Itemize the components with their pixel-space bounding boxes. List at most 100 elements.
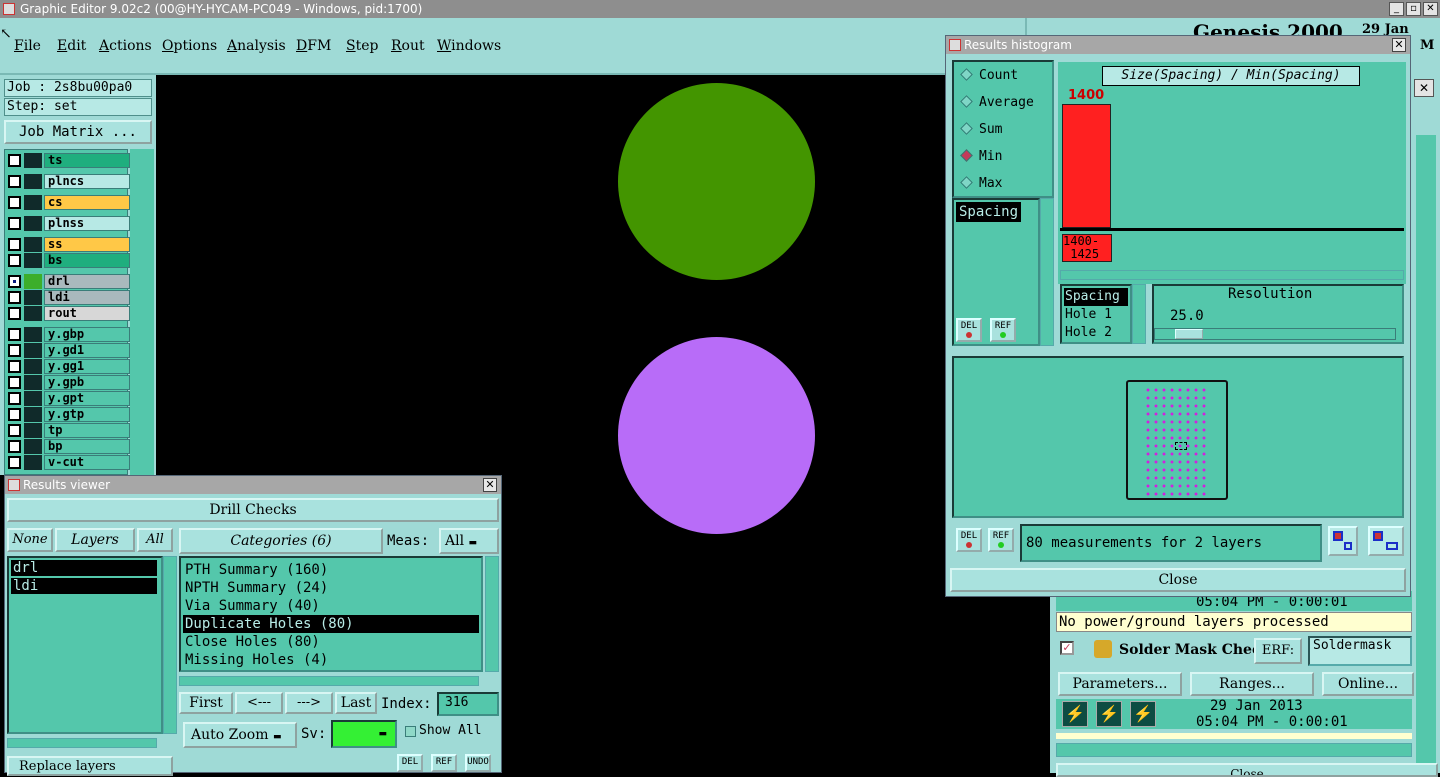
drill-checks-header[interactable]: Drill Checks — [7, 498, 499, 522]
run-report-icon[interactable]: ⚡ — [1130, 701, 1156, 727]
layer-color-swatch[interactable] — [24, 174, 42, 189]
layer-checkbox[interactable] — [8, 154, 21, 167]
layer-color-swatch[interactable] — [24, 375, 42, 390]
layer-name[interactable]: cs — [44, 195, 130, 210]
histogram-close-button[interactable]: Close — [950, 568, 1406, 592]
all-button[interactable]: All — [137, 528, 173, 552]
none-button[interactable]: None — [7, 528, 53, 552]
chart-hscroll[interactable] — [1060, 270, 1404, 280]
layer-color-swatch[interactable] — [24, 455, 42, 470]
layer-name[interactable]: ss — [44, 237, 130, 252]
category-item[interactable]: Via Summary (40) — [183, 597, 479, 615]
first-button[interactable]: First — [179, 692, 233, 714]
layer-checkbox[interactable] — [8, 307, 21, 320]
layer-row[interactable]: bs — [6, 253, 130, 268]
layer-row[interactable]: y.gg1 — [6, 359, 130, 374]
layer-row[interactable]: ss — [6, 237, 130, 252]
layer-color-swatch[interactable] — [24, 359, 42, 374]
category-item[interactable]: NPTH Summary (24) — [183, 579, 479, 597]
layer-row[interactable]: y.gpb — [6, 375, 130, 390]
preview-ref-button[interactable]: REF — [988, 528, 1014, 552]
menu-windows[interactable]: Windows — [437, 38, 501, 54]
layer-checkbox[interactable] — [8, 408, 21, 421]
check-enabled-checkbox[interactable]: ✓ — [1060, 641, 1074, 655]
layer-row[interactable]: plnss — [6, 216, 130, 231]
dfm-hscroll[interactable] — [1056, 743, 1412, 757]
layer-color-swatch[interactable] — [24, 195, 42, 210]
layer-name[interactable]: y.gd1 — [44, 343, 130, 358]
layer-name[interactable]: bs — [44, 253, 130, 268]
layer-checkbox[interactable] — [8, 238, 21, 251]
zoom-out-icon[interactable] — [1368, 526, 1404, 556]
param-spacing[interactable]: Spacing — [956, 202, 1022, 222]
measure-item[interactable]: Spacing — [1064, 288, 1128, 306]
category-list[interactable]: PTH Summary (160) NPTH Summary (24) Via Su… — [179, 556, 483, 672]
layer-list-scrollbar[interactable] — [163, 556, 177, 734]
layer-checkbox[interactable] — [8, 344, 21, 357]
next-button[interactable]: ---> — [285, 692, 333, 714]
category-item[interactable]: Missing Holes (4) — [183, 651, 479, 669]
pad-green[interactable] — [618, 83, 815, 280]
layer-name[interactable]: plncs — [44, 174, 130, 189]
layer-checkbox[interactable] — [8, 217, 21, 230]
menu-analysis[interactable]: Analysis — [227, 38, 286, 54]
index-input[interactable]: 316 — [437, 692, 499, 716]
resolution-slider[interactable] — [1154, 328, 1396, 340]
param-list-scrollbar[interactable] — [1040, 198, 1054, 346]
dfm-close-icon[interactable]: ✕ — [1414, 79, 1434, 97]
results-viewer-close-icon[interactable]: ✕ — [483, 478, 497, 492]
layer-name[interactable]: ts — [44, 153, 130, 168]
layer-checkbox[interactable] — [8, 440, 21, 453]
minimize-button[interactable]: _ — [1389, 2, 1404, 16]
category-item[interactable]: Close Holes (80) — [183, 633, 479, 651]
layer-name[interactable]: y.gbp — [44, 327, 130, 342]
mode-radio[interactable]: Count — [960, 68, 1018, 83]
layer-name[interactable]: y.gpt — [44, 391, 130, 406]
menu-actions[interactable]: Actions — [99, 38, 152, 54]
layer-checkbox[interactable] — [8, 196, 21, 209]
layer-checkbox[interactable] — [8, 175, 21, 188]
job-matrix-button[interactable]: Job Matrix ... — [4, 120, 152, 144]
layer-row[interactable]: v-cut — [6, 455, 130, 470]
mode-radio[interactable]: Min — [960, 149, 1002, 164]
result-layer-item[interactable]: drl — [11, 560, 157, 576]
category-item[interactable]: Duplicate Holes (80) — [183, 615, 479, 633]
menu-edit[interactable]: Edit — [57, 38, 86, 54]
prev-button[interactable]: <--- — [235, 692, 283, 714]
layer-checkbox[interactable] — [8, 392, 21, 405]
layer-name[interactable]: y.gpb — [44, 375, 130, 390]
mode-radio[interactable]: Max — [960, 176, 1002, 191]
layer-name[interactable]: y.gtp — [44, 407, 130, 422]
measure-scrollbar[interactable] — [1132, 284, 1146, 344]
mode-radio[interactable]: Sum — [960, 122, 1002, 137]
layer-name[interactable]: bp — [44, 439, 130, 454]
replace-layers-select[interactable]: Replace layers — [7, 756, 173, 776]
erf-button[interactable]: ERF: — [1254, 638, 1302, 664]
layer-row[interactable]: cs — [6, 195, 130, 210]
menu-dfm[interactable]: DFM — [296, 38, 331, 54]
layer-scrollbar[interactable] — [130, 149, 154, 475]
menu-options[interactable]: Options — [162, 38, 217, 54]
layer-row[interactable]: ldi — [6, 290, 130, 305]
layer-color-swatch[interactable] — [24, 343, 42, 358]
parameters-button[interactable]: Parameters... — [1058, 672, 1182, 696]
layer-name[interactable]: drl — [44, 274, 130, 289]
layer-checkbox[interactable] — [8, 291, 21, 304]
resolution-slider-thumb[interactable] — [1175, 329, 1203, 339]
measure-list[interactable]: Spacing Hole 1 Hole 2 — [1060, 284, 1132, 344]
layer-color-swatch[interactable] — [24, 423, 42, 438]
layer-color-swatch[interactable] — [24, 407, 42, 422]
measure-item[interactable]: Hole 2 — [1064, 324, 1128, 342]
erf-value-field[interactable]: Soldermask — [1308, 636, 1412, 666]
histogram-close-icon[interactable]: ✕ — [1392, 38, 1406, 52]
last-button[interactable]: Last — [335, 692, 377, 714]
preview-del-button[interactable]: DEL — [956, 528, 982, 552]
hist-del-button[interactable]: DEL — [956, 318, 982, 342]
menu-file[interactable]: File — [14, 38, 41, 54]
result-layer-item[interactable]: ldi — [11, 578, 157, 594]
layer-checkbox[interactable] — [8, 424, 21, 437]
layer-row[interactable]: y.gpt — [6, 391, 130, 406]
meas-select[interactable]: All ▬ — [439, 528, 499, 554]
layer-name[interactable]: v-cut — [44, 455, 130, 470]
layer-checkbox[interactable] — [8, 456, 21, 469]
